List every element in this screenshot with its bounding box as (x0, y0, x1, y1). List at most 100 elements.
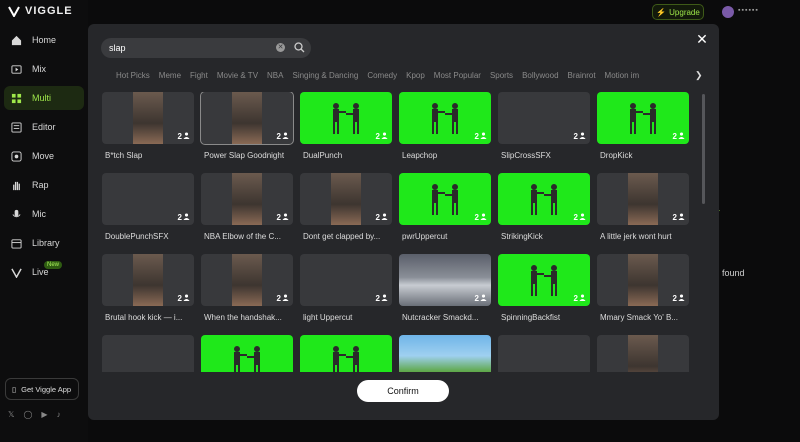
app-name: VIGGLE (25, 5, 73, 17)
instagram-icon[interactable]: ◯ (23, 410, 32, 419)
template-thumbnail[interactable]: 2 (300, 173, 392, 225)
template-card[interactable]: 2 Mmary Smack Yo' B... (597, 254, 689, 322)
template-card[interactable]: 2 StrikingKick (498, 173, 590, 241)
category-tab[interactable]: Brainrot (568, 71, 596, 80)
template-card[interactable]: 2 SpinningBackfist (498, 254, 590, 322)
category-tab[interactable]: Fight (190, 71, 208, 80)
template-thumbnail[interactable]: 2 (498, 254, 590, 306)
template-card[interactable]: 2 Dont get clapped by... (300, 173, 392, 241)
template-card[interactable]: 2 B*tch Slap (102, 92, 194, 160)
template-card[interactable]: 2 pwrUppercut (399, 173, 491, 241)
template-thumbnail[interactable]: 2 (102, 92, 194, 144)
sidebar-item-mic[interactable]: Mic (4, 202, 84, 226)
category-tab[interactable]: Comedy (367, 71, 397, 80)
category-tab[interactable]: Singing & Dancing (292, 71, 358, 80)
sidebar-item-live[interactable]: Live New (4, 260, 84, 284)
category-tab[interactable]: Hot Picks (116, 71, 150, 80)
category-tab[interactable]: Movie & TV (217, 71, 258, 80)
template-title: Power Slap Goodnight (204, 151, 285, 160)
template-thumbnail[interactable]: 2 (200, 92, 294, 145)
tiktok-icon[interactable]: ♪ (57, 410, 61, 419)
avatar[interactable] (722, 6, 734, 18)
search-icon[interactable] (294, 42, 305, 53)
category-tab[interactable]: Bollywood (522, 71, 558, 80)
search-input[interactable] (109, 43, 269, 53)
participant-count-value: 2 (177, 132, 182, 141)
template-card[interactable]: 2 light Uppercut (300, 254, 392, 322)
category-tab[interactable]: Meme (159, 71, 181, 80)
chevron-right-icon[interactable]: ❯ (695, 70, 703, 81)
template-card[interactable] (597, 335, 689, 372)
template-thumbnail[interactable]: 2 (597, 173, 689, 225)
template-thumbnail[interactable] (201, 335, 293, 372)
category-tab[interactable]: NBA (267, 71, 283, 80)
template-thumbnail[interactable]: 2 (597, 92, 689, 144)
participant-count-value: 2 (276, 213, 281, 222)
app-logo[interactable]: VIGGLE (8, 5, 73, 17)
participant-count-value: 2 (375, 132, 380, 141)
template-thumbnail[interactable]: 2 (597, 254, 689, 306)
template-thumbnail[interactable]: 2 (300, 92, 392, 144)
template-card[interactable]: 2 Nutcracker Smackd... (399, 254, 491, 322)
template-thumbnail[interactable]: 2 (399, 92, 491, 144)
sidebar-item-library[interactable]: Library (4, 231, 84, 255)
participant-count-value: 2 (276, 132, 281, 141)
template-thumbnail[interactable]: 2 (102, 173, 194, 225)
template-title: Leapchop (402, 151, 438, 160)
template-title: DualPunch (303, 151, 343, 160)
template-thumbnail[interactable] (498, 335, 590, 372)
template-card[interactable] (498, 335, 590, 372)
category-tab[interactable]: Most Popular (434, 71, 481, 80)
sidebar-item-mix[interactable]: Mix (4, 57, 84, 81)
social-links: 𝕏 ◯ ▶ ♪ (8, 410, 61, 419)
template-card[interactable]: 2 DoublePunchSFX (102, 173, 194, 241)
confirm-button[interactable]: Confirm (357, 380, 449, 402)
template-card[interactable]: 2 DualPunch (300, 92, 392, 160)
template-thumbnail[interactable]: 2 (498, 173, 590, 225)
category-tab[interactable]: Kpop (406, 71, 425, 80)
template-thumbnail[interactable]: 2 (201, 254, 293, 306)
template-thumbnail[interactable]: 2 (300, 254, 392, 306)
sidebar-item-editor[interactable]: Editor (4, 115, 84, 139)
category-tab[interactable]: Motion im (605, 71, 640, 80)
sidebar-item-multi[interactable]: Multi (4, 86, 84, 110)
template-card[interactable] (300, 335, 392, 372)
template-thumbnail[interactable]: 2 (102, 254, 194, 306)
sidebar-item-rap[interactable]: Rap (4, 173, 84, 197)
participant-count: 2 (475, 132, 487, 141)
template-thumbnail[interactable] (102, 335, 194, 372)
upgrade-button[interactable]: ⚡ Upgrade (652, 4, 704, 20)
template-card[interactable] (399, 335, 491, 372)
template-card[interactable]: 2 DropKick (597, 92, 689, 160)
template-card[interactable]: 2 Power Slap Goodnight (200, 92, 294, 160)
template-thumbnail[interactable]: 2 (201, 173, 293, 225)
template-card[interactable] (201, 335, 293, 372)
clear-search-icon[interactable]: ✕ (276, 43, 285, 52)
template-card[interactable]: 2 SlipCrossSFX (498, 92, 590, 160)
template-card[interactable]: 2 Leapchop (399, 92, 491, 160)
template-thumbnail[interactable] (597, 335, 689, 372)
template-thumbnail[interactable]: 2 (399, 173, 491, 225)
template-card[interactable]: 2 When the handshak... (201, 254, 293, 322)
template-card[interactable]: 2 Brutal hook kick — i... (102, 254, 194, 322)
sidebar-item-move[interactable]: Move (4, 144, 84, 168)
sidebar: VIGGLE Home Mix Multi Editor Move Rap Mic Libra… (0, 0, 88, 442)
template-thumbnail[interactable] (300, 335, 392, 372)
x-icon[interactable]: 𝕏 (8, 410, 14, 419)
close-icon[interactable]: ✕ (695, 32, 709, 46)
youtube-icon[interactable]: ▶ (41, 410, 47, 419)
grid-scrollbar[interactable] (702, 94, 705, 204)
template-thumbnail[interactable]: 2 (498, 92, 590, 144)
template-card[interactable] (102, 335, 194, 372)
participant-count: 2 (178, 132, 190, 141)
sidebar-item-label: Library (32, 238, 60, 248)
sidebar-item-home[interactable]: Home (4, 28, 84, 52)
get-app-button[interactable]: ▯ Get Viggle App (5, 378, 79, 400)
template-card[interactable]: 2 NBA Elbow of the C... (201, 173, 293, 241)
participant-count-value: 2 (672, 294, 677, 303)
template-thumbnail[interactable]: 2 (399, 254, 491, 306)
category-tab[interactable]: Sports (490, 71, 513, 80)
template-card[interactable]: 2 A little jerk wont hurt (597, 173, 689, 241)
template-title: Nutcracker Smackd... (402, 313, 479, 322)
template-thumbnail[interactable] (399, 335, 491, 372)
